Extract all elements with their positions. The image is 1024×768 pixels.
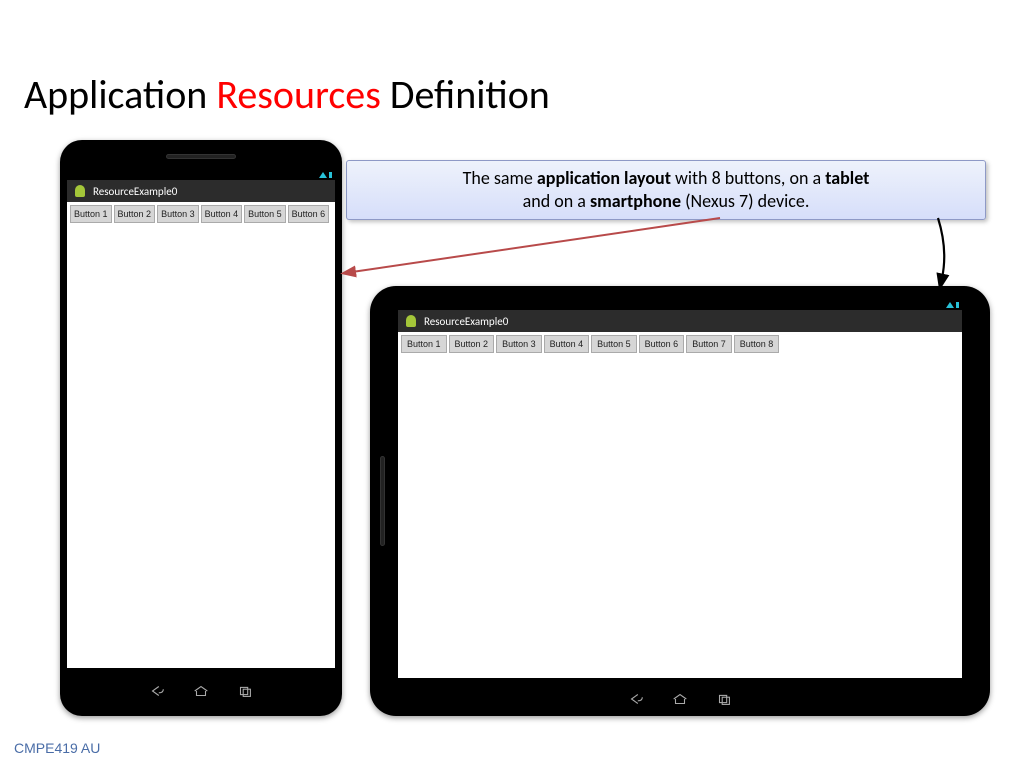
callout-seg: (Nexus 7) device. [681,190,809,212]
button-5[interactable]: Button 5 [591,335,637,353]
tablet-button-row: Button 1 Button 2 Button 3 Button 4 Butt… [398,332,962,356]
title-part1: Application [24,70,216,119]
tablet-nav-bar [370,692,990,706]
callout-seg: The same [463,167,537,189]
button-2[interactable]: Button 2 [449,335,495,353]
button-6[interactable]: Button 6 [288,205,330,223]
tablet-speaker [380,456,385,546]
callout-box: The same application layout with 8 butto… [346,160,986,220]
button-3[interactable]: Button 3 [157,205,199,223]
button-3[interactable]: Button 3 [496,335,542,353]
home-icon[interactable] [671,692,689,706]
app-title: ResourceExample0 [424,315,508,328]
button-1[interactable]: Button 1 [401,335,447,353]
app-bar: ResourceExample0 [67,180,335,202]
button-7[interactable]: Button 7 [686,335,732,353]
tablet-device: ResourceExample0 Button 1 Button 2 Butto… [370,286,990,716]
button-4[interactable]: Button 4 [544,335,590,353]
phone-button-row: Button 1 Button 2 Button 3 Button 4 Butt… [67,202,335,226]
tablet-screen: ResourceExample0 Button 1 Button 2 Butto… [398,300,962,678]
slide-title: Application Resources Definition [24,70,550,119]
recent-apps-icon[interactable] [715,692,733,706]
button-8[interactable]: Button 8 [734,335,780,353]
callout-seg: with 8 buttons, on a [671,167,825,189]
phone-device: ResourceExample0 Button 1 Button 2 Butto… [60,140,342,716]
status-bar [67,170,335,180]
title-part3: Definition [381,70,550,119]
button-2[interactable]: Button 2 [114,205,156,223]
app-title: ResourceExample0 [93,185,177,198]
callout-bold-tablet: tablet [825,167,869,189]
callout-seg: and on a [523,190,590,212]
wifi-icon [946,302,954,308]
android-icon [73,184,87,198]
phone-speaker [166,154,236,159]
android-icon [404,314,418,328]
title-part2-red: Resources [216,70,381,119]
phone-nav-bar [60,684,342,698]
button-5[interactable]: Button 5 [244,205,286,223]
button-1[interactable]: Button 1 [70,205,112,223]
recent-apps-icon[interactable] [236,684,254,698]
battery-icon [329,172,332,178]
battery-icon [956,302,959,308]
phone-screen: ResourceExample0 Button 1 Button 2 Butto… [67,170,335,668]
button-6[interactable]: Button 6 [639,335,685,353]
app-bar: ResourceExample0 [398,310,962,332]
wifi-icon [319,172,327,178]
callout-bold-layout: application layout [537,167,671,189]
home-icon[interactable] [192,684,210,698]
footer-text: CMPE419 AU [14,740,100,756]
callout-text: The same application layout with 8 butto… [463,167,870,214]
button-4[interactable]: Button 4 [201,205,243,223]
back-icon[interactable] [148,684,166,698]
back-icon[interactable] [627,692,645,706]
callout-bold-smartphone: smartphone [590,190,681,212]
status-bar [398,300,962,310]
